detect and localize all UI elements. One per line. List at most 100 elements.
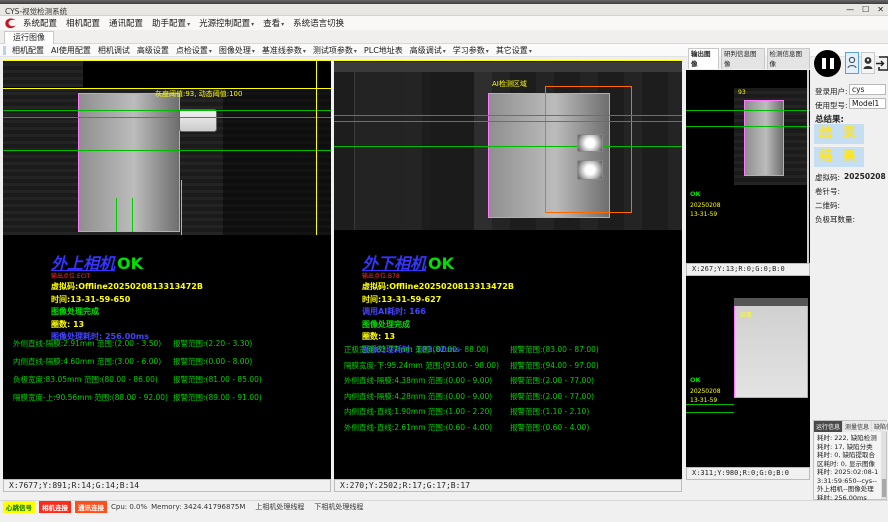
menu-item-language-switch[interactable]: 系统语言切换 bbox=[293, 17, 344, 29]
model-label: 使用型号: bbox=[815, 100, 848, 111]
output-point-label: 输出点位:B78 bbox=[362, 271, 400, 280]
virtual-code-label: 虚拟码: bbox=[815, 172, 840, 183]
thumb-code: 20250208 bbox=[690, 388, 721, 395]
thumbnail-panel-2: 结果 OK 20250208 13-31-59 X:311;Y:980;R:0;… bbox=[686, 276, 810, 480]
measure-line bbox=[686, 126, 810, 127]
measure-tick bbox=[116, 198, 117, 232]
log-tab-measure-info[interactable]: 测量信息 bbox=[843, 421, 871, 432]
measurement-list: 外侧直线-隔膜:2.91mm 范围:(2.00 - 3.50)报警范围:(2.2… bbox=[13, 338, 262, 403]
menu-item-view[interactable]: 查看▾ bbox=[263, 17, 284, 29]
chevron-down-icon: ▾ bbox=[252, 48, 255, 55]
camera-result: OK bbox=[117, 254, 143, 273]
chevron-down-icon: ▾ bbox=[443, 48, 446, 55]
chevron-down-icon: ▾ bbox=[187, 21, 190, 28]
model-value[interactable]: Model1 bbox=[849, 98, 886, 109]
app-logo-icon bbox=[4, 18, 17, 29]
coordinate-bar: X:267;Y:13;R:0;G:0;B:0 bbox=[686, 263, 810, 276]
image-edge bbox=[807, 70, 809, 264]
toolbar-advanced-debug[interactable]: 高级调试▾ bbox=[410, 45, 446, 56]
measure-line bbox=[686, 110, 810, 111]
measure-tick bbox=[132, 198, 133, 232]
measurement-row: 正极宽度:83.77mm 范围:(82.00 - 88.00)报警范围:(83.… bbox=[344, 344, 599, 355]
menu-item-system-config[interactable]: 系统配置 bbox=[23, 17, 57, 29]
middle-camera-canvas[interactable]: AI检测区域 外下相机OK 输出点位:B78 虚拟码:Offline202502… bbox=[334, 60, 682, 479]
thumbnail-tabs: 输出图像 研判信息图像 检测信息图像 bbox=[686, 56, 810, 69]
middle-camera-panel: AI检测区域 外下相机OK 输出点位:B78 虚拟码:Offline202502… bbox=[334, 60, 682, 492]
electrode-part bbox=[744, 100, 784, 176]
chevron-down-icon: ▾ bbox=[209, 48, 212, 55]
machinery-pillar bbox=[430, 72, 474, 230]
maximize-button[interactable]: ☐ bbox=[862, 5, 869, 14]
pause-button[interactable] bbox=[814, 50, 841, 77]
chevron-down-icon: ▾ bbox=[529, 48, 532, 55]
upper-camera-thread-link[interactable]: 上相机处理线程 bbox=[255, 502, 304, 512]
log-panel: 运行信息 测量信息 缺陷信息 耗时: 222, 缺陷检测耗时: 17, 缺陷分类… bbox=[813, 420, 887, 500]
menu-item-camera-config[interactable]: 相机配置 bbox=[66, 17, 100, 29]
thumb-status: OK bbox=[690, 190, 701, 198]
measurement-row: 外侧直线-隔膜:2.91mm 范围:(2.00 - 3.50)报警范围:(2.2… bbox=[13, 338, 262, 349]
titlebar: CYS-视觉检测系统 — ☐ ✕ bbox=[0, 4, 888, 16]
log-scrollbar-thumb[interactable] bbox=[882, 479, 886, 497]
chevron-down-icon: ▾ bbox=[281, 21, 284, 28]
camera-result: OK bbox=[428, 254, 454, 273]
menu-item-assistant-config[interactable]: 助手配置▾ bbox=[152, 17, 190, 29]
login-user-value[interactable]: cys bbox=[849, 84, 886, 95]
heartbeat-badge: 心跳信号 bbox=[3, 501, 35, 513]
lower-camera-thread-link[interactable]: 下相机处理线程 bbox=[314, 502, 363, 512]
toolbar-grip[interactable] bbox=[3, 46, 6, 55]
thumb-tab-output[interactable]: 输出图像 bbox=[688, 48, 719, 69]
toolbar-image-processing[interactable]: 图像处理▾ bbox=[219, 45, 255, 56]
toolbar-other-settings[interactable]: 其它设置▾ bbox=[496, 45, 532, 56]
info-line: 调用AI耗时: 166 bbox=[362, 306, 514, 317]
user-icon bbox=[847, 56, 857, 70]
camera-connection-badge: 相机连接 bbox=[39, 501, 71, 513]
measure-line bbox=[3, 150, 331, 151]
thumb-status: OK bbox=[690, 376, 701, 384]
log-scrollbar[interactable] bbox=[881, 431, 886, 499]
machinery-beam bbox=[334, 62, 682, 72]
toolbar-baseline-params[interactable]: 基准线参数▾ bbox=[262, 45, 306, 56]
measurement-list: 正极宽度:83.77mm 范围:(82.00 - 88.00)报警范围:(83.… bbox=[344, 344, 599, 433]
window-controls: — ☐ ✕ bbox=[846, 5, 884, 14]
camera-info-lines: 虚拟码:Offline2025020813313472B 时间:13-31-59… bbox=[51, 281, 203, 342]
toolbar-learning-params[interactable]: 学习参数▾ bbox=[453, 45, 489, 56]
thumbnail-canvas-1[interactable]: 93 OK 20250208 13-31-59 bbox=[686, 70, 810, 264]
logout-button[interactable] bbox=[875, 52, 888, 74]
thumb-time: 13-31-59 bbox=[690, 397, 717, 404]
toolbar-advanced-settings[interactable]: 高级设置 bbox=[137, 45, 169, 56]
tab-run-image[interactable]: 运行图像 bbox=[4, 31, 54, 44]
toolbar-camera-debug[interactable]: 相机调试 bbox=[98, 45, 130, 56]
operator-button[interactable] bbox=[861, 52, 875, 74]
measure-line bbox=[686, 412, 734, 413]
pause-icon bbox=[822, 58, 834, 69]
chevron-down-icon: ▾ bbox=[303, 48, 306, 55]
info-line: 图像处理完成 bbox=[362, 319, 514, 330]
toolbar-test-params[interactable]: 测试项参数▾ bbox=[313, 45, 357, 56]
winding-pin-label: 卷针号: bbox=[815, 186, 840, 197]
measurement-row: 隔膜宽度-上:90.56mm 范围:(88.00 - 92.00)报警范围:(8… bbox=[13, 392, 262, 403]
thumb-time: 13-31-59 bbox=[690, 211, 717, 218]
measure-line bbox=[334, 121, 682, 122]
thumb-tab-detect-info[interactable]: 检测信息图像 bbox=[767, 48, 811, 69]
left-camera-canvas[interactable]: 灰度阈值:93, 动态阈值:100 外上相机OK 输出点位:ECIT 虚拟码:O… bbox=[3, 60, 331, 479]
toolbar-plc-address[interactable]: PLC地址表 bbox=[364, 45, 403, 56]
log-tab-run-info[interactable]: 运行信息 bbox=[814, 421, 842, 432]
qrcode-label: 二维码: bbox=[815, 200, 840, 211]
info-line: 图像处理完成 bbox=[51, 306, 203, 317]
toolbar-camera-config[interactable]: 相机配置 bbox=[12, 45, 44, 56]
menu-item-comm-config[interactable]: 通讯配置 bbox=[109, 17, 143, 29]
toolbar-ai-config[interactable]: AI使用配置 bbox=[51, 45, 91, 56]
minimize-button[interactable]: — bbox=[846, 5, 854, 14]
cpu-text: Cpu: 0.0% bbox=[111, 503, 147, 511]
close-button[interactable]: ✕ bbox=[877, 5, 884, 14]
toolbar-spot-check[interactable]: 点检设置▾ bbox=[176, 45, 212, 56]
virtual-code-value: 20250208 bbox=[844, 172, 886, 181]
measure-line bbox=[686, 404, 734, 405]
measure-line-pink bbox=[181, 180, 182, 235]
menu-item-light-config[interactable]: 光源控制配置▾ bbox=[199, 17, 254, 29]
thumbnail-canvas-2[interactable]: 结果 OK 20250208 13-31-59 bbox=[686, 276, 810, 468]
coordinate-bar: X:270;Y:2502;R:17;G:17;B:17 bbox=[334, 479, 682, 492]
thumb-tab-judge-info[interactable]: 研判信息图像 bbox=[721, 48, 765, 69]
user-button[interactable] bbox=[845, 52, 859, 74]
coordinate-bar: X:7677;Y:891;R:14;G:14;B:14 bbox=[3, 479, 331, 492]
